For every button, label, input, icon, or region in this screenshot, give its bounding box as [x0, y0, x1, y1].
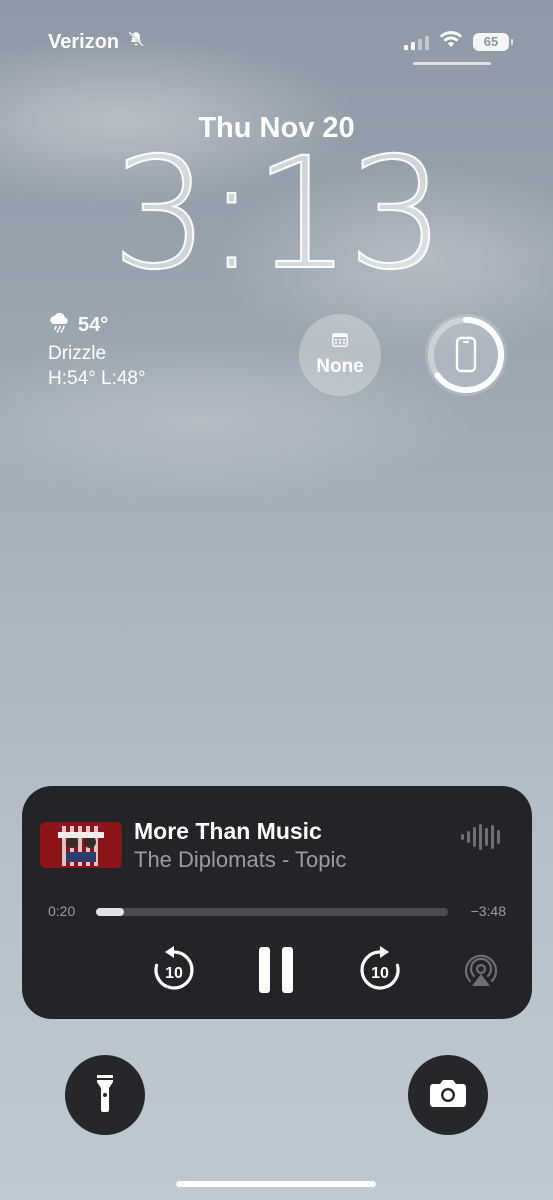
- pause-button[interactable]: [256, 946, 296, 994]
- device-battery-widget[interactable]: [425, 314, 507, 396]
- weather-condition: Drizzle: [48, 343, 107, 364]
- wifi-icon: [439, 30, 463, 53]
- status-carrier: Verizon: [48, 30, 145, 54]
- weather-high-low: H:54° L:48°: [48, 368, 146, 389]
- skip-back-button[interactable]: 10: [150, 946, 198, 994]
- skip-back-seconds: 10: [165, 965, 183, 982]
- album-artwork[interactable]: [40, 822, 122, 868]
- weather-temperature: 54°: [78, 314, 109, 336]
- battery-indicator: 65: [473, 32, 513, 51]
- flashlight-button[interactable]: [65, 1055, 145, 1135]
- calendar-icon: [332, 332, 348, 352]
- flashlight-icon: [94, 1073, 116, 1118]
- calendar-widget[interactable]: None: [299, 314, 381, 396]
- track-artist: The Diplomats - Topic: [134, 847, 347, 872]
- skip-forward-seconds: 10: [371, 965, 389, 982]
- now-playing-widget[interactable]: More Than Music The Diplomats - Topic 0:…: [22, 786, 532, 1019]
- playback-scrubber[interactable]: [96, 908, 448, 916]
- lock-time: 3:13: [111, 125, 447, 304]
- camera-button[interactable]: [408, 1055, 488, 1135]
- airplay-icon[interactable]: [464, 954, 498, 988]
- calendar-widget-label: None: [316, 355, 364, 377]
- waveform-icon[interactable]: [461, 824, 500, 850]
- status-indicators: 65: [404, 30, 513, 53]
- battery-level: 65: [483, 34, 499, 49]
- cellular-signal-icon: [404, 34, 429, 50]
- playback-progress-fill: [96, 908, 125, 916]
- carrier-label: Verizon: [48, 30, 120, 53]
- track-title: More Than Music: [134, 818, 322, 844]
- camera-icon: [429, 1078, 467, 1113]
- control-center-grabber[interactable]: [413, 62, 491, 65]
- elapsed-time: 0:20: [48, 903, 76, 919]
- weather-widget[interactable]: 54° Drizzle H:54° L:48°: [48, 310, 146, 391]
- skip-forward-button[interactable]: 10: [356, 946, 404, 994]
- remaining-time: −3:48: [470, 903, 506, 919]
- cloud-drizzle-icon: [48, 310, 72, 341]
- bell-slash-icon: [127, 30, 145, 54]
- home-indicator[interactable]: [176, 1181, 376, 1187]
